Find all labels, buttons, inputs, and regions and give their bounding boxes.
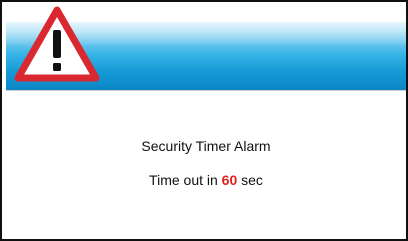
countdown-prefix: Time out in	[149, 172, 218, 188]
alarm-title: Security Timer Alarm	[141, 138, 271, 154]
countdown-text: Time out in 60 sec	[6, 172, 406, 188]
countdown-unit: sec	[241, 172, 263, 188]
security-timer-alarm-dialog: Security Timer Alarm Time out in 60 sec	[0, 0, 408, 241]
warning-triangle-icon	[14, 6, 100, 82]
countdown-value: 60	[221, 172, 238, 188]
dialog-body: Security Timer Alarm Time out in 60 sec	[6, 90, 406, 238]
